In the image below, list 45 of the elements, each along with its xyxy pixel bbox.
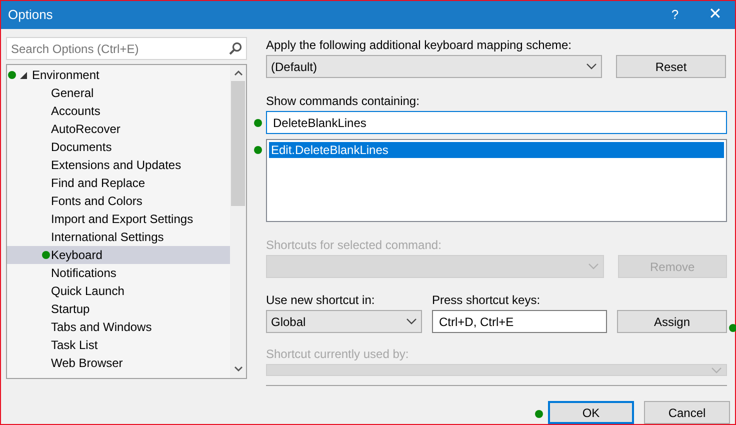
tree-item[interactable]: Extensions and Updates bbox=[7, 156, 230, 174]
scheme-dropdown[interactable]: (Default) bbox=[266, 55, 602, 78]
chevron-down-icon bbox=[588, 263, 599, 270]
chevron-down-icon bbox=[711, 366, 722, 374]
tree-item[interactable]: International Settings bbox=[7, 228, 230, 246]
tree-item[interactable]: Environment bbox=[7, 66, 230, 84]
tree-item[interactable]: Documents bbox=[7, 138, 230, 156]
search-field[interactable]: Search Options (Ctrl+E) bbox=[6, 37, 247, 60]
reset-button[interactable]: Reset bbox=[616, 55, 726, 78]
tree-item[interactable]: Quick Launch bbox=[7, 282, 230, 300]
scope-dropdown[interactable]: Global bbox=[266, 310, 422, 333]
tree-item[interactable]: AutoRecover bbox=[7, 120, 230, 138]
dialog-button[interactable]: OK bbox=[548, 401, 634, 424]
expanded-triangle-icon[interactable] bbox=[20, 72, 27, 79]
field-label: Apply the following additional keyboard mapping scheme: bbox=[266, 37, 573, 53]
scrollbar[interactable] bbox=[230, 65, 246, 378]
help-button[interactable]: ? bbox=[655, 1, 695, 29]
tree-item[interactable]: Tabs and Windows bbox=[7, 318, 230, 336]
tree-item[interactable]: Notifications bbox=[7, 264, 230, 282]
close-button[interactable]: ✕ bbox=[695, 1, 735, 29]
chevron-down-icon bbox=[406, 318, 417, 325]
chevron-down-icon bbox=[586, 63, 597, 70]
field-label: Press shortcut keys: bbox=[432, 292, 542, 308]
assign-button[interactable]: Assign bbox=[617, 310, 727, 333]
dialog-button[interactable]: Cancel bbox=[644, 401, 730, 424]
tree-item[interactable]: Fonts and Colors bbox=[7, 192, 230, 210]
tree-item[interactable]: Find and Replace bbox=[7, 174, 230, 192]
command-item[interactable]: Edit.DeleteBlankLines bbox=[269, 142, 724, 158]
tree-item[interactable]: Keyboard bbox=[7, 246, 230, 264]
window-title: Options bbox=[7, 6, 54, 24]
tree-item[interactable]: General bbox=[7, 84, 230, 102]
tree-item[interactable]: Import and Export Settings bbox=[7, 210, 230, 228]
tree-item[interactable]: Task List bbox=[7, 336, 230, 354]
tree-item[interactable]: Accounts bbox=[7, 102, 230, 120]
scroll-down-icon[interactable] bbox=[234, 366, 242, 372]
search-icon bbox=[229, 42, 242, 55]
shortcut-keys-field[interactable]: Ctrl+D, Ctrl+E bbox=[432, 310, 607, 333]
field-label: Shortcut currently used by: bbox=[266, 346, 410, 362]
tree-item[interactable]: Web Browser bbox=[7, 354, 230, 372]
command-filter-field[interactable]: DeleteBlankLines bbox=[266, 111, 727, 134]
tree-item[interactable]: Startup bbox=[7, 300, 230, 318]
field-label: Show commands containing: bbox=[266, 93, 420, 109]
field-label: Shortcuts for selected command: bbox=[266, 237, 442, 253]
field-label: Use new shortcut in: bbox=[266, 292, 376, 308]
scroll-up-icon[interactable] bbox=[234, 70, 242, 76]
